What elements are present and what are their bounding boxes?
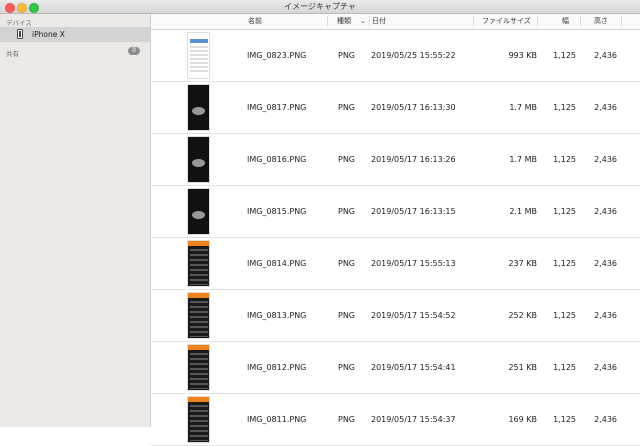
column-divider	[580, 16, 581, 27]
file-size: 1.7 MB	[509, 155, 537, 164]
file-name: IMG_0817.PNG	[247, 103, 307, 112]
column-size[interactable]: ファイルサイズ	[482, 14, 531, 29]
thumbnail-image	[187, 188, 210, 235]
file-date: 2019/05/17 15:54:37	[371, 415, 456, 424]
thumbnail-image	[187, 84, 210, 131]
file-width: 1,125	[553, 51, 576, 60]
file-height: 2,436	[594, 207, 617, 216]
thumbnail-image	[187, 292, 210, 339]
table-row[interactable]: IMG_0816.PNG PNG 2019/05/17 16:13:26 1.7…	[151, 134, 640, 186]
table-row[interactable]: IMG_0813.PNG PNG 2019/05/17 15:54:52 252…	[151, 290, 640, 342]
file-date: 2019/05/17 15:54:41	[371, 363, 456, 372]
file-date: 2019/05/25 15:55:22	[371, 51, 456, 60]
file-kind: PNG	[338, 51, 356, 60]
column-height[interactable]: 高さ	[594, 14, 608, 29]
file-name: IMG_0815.PNG	[247, 207, 307, 216]
file-kind: PNG	[338, 415, 356, 424]
file-date: 2019/05/17 15:54:52	[371, 311, 456, 320]
file-size: 251 KB	[508, 363, 537, 372]
file-height: 2,436	[594, 103, 617, 112]
file-size: 2.1 MB	[509, 207, 537, 216]
file-size: 993 KB	[508, 51, 537, 60]
sort-chevron-icon: ⌄	[360, 17, 366, 25]
column-header: 名前 種類 ⌄ 日付 ファイルサイズ 幅 高さ	[151, 14, 640, 30]
file-name: IMG_0813.PNG	[247, 311, 307, 320]
column-divider	[621, 16, 622, 27]
table-row[interactable]: IMG_0814.PNG PNG 2019/05/17 15:55:13 237…	[151, 238, 640, 290]
column-divider	[327, 16, 328, 27]
devices-header: デバイス	[6, 19, 32, 27]
thumbnail-image	[187, 32, 210, 79]
file-width: 1,125	[553, 207, 576, 216]
thumbnail-image	[187, 240, 210, 287]
file-kind: PNG	[338, 363, 356, 372]
shared-header: 共有	[6, 50, 19, 58]
title-bar: イメージキャプチャ	[0, 0, 640, 14]
shared-count-badge: 0	[128, 47, 140, 55]
file-size: 252 KB	[508, 311, 537, 320]
iphone-icon	[17, 29, 23, 39]
thumbnail-image	[187, 396, 210, 443]
file-size: 1.7 MB	[509, 103, 537, 112]
column-date[interactable]: 日付	[372, 14, 386, 29]
file-width: 1,125	[553, 363, 576, 372]
file-name: IMG_0823.PNG	[247, 51, 307, 60]
file-name: IMG_0811.PNG	[247, 415, 307, 424]
file-kind: PNG	[338, 207, 356, 216]
file-kind: PNG	[338, 259, 356, 268]
column-divider	[473, 16, 474, 27]
file-date: 2019/05/17 15:55:13	[371, 259, 456, 268]
file-height: 2,436	[594, 363, 617, 372]
file-height: 2,436	[594, 311, 617, 320]
file-width: 1,125	[553, 259, 576, 268]
file-date: 2019/05/17 16:13:15	[371, 207, 456, 216]
file-name: IMG_0816.PNG	[247, 155, 307, 164]
sidebar: デバイス iPhone X 共有 0	[0, 14, 151, 427]
table-row[interactable]: IMG_0815.PNG PNG 2019/05/17 16:13:15 2.1…	[151, 186, 640, 238]
file-size: 237 KB	[508, 259, 537, 268]
thumbnail-image	[187, 136, 210, 183]
file-date: 2019/05/17 16:13:26	[371, 155, 456, 164]
column-name[interactable]: 名前	[248, 14, 262, 29]
window-title: イメージキャプチャ	[284, 2, 356, 11]
file-date: 2019/05/17 16:13:30	[371, 103, 456, 112]
file-width: 1,125	[553, 415, 576, 424]
file-kind: PNG	[338, 103, 356, 112]
file-kind: PNG	[338, 155, 356, 164]
file-height: 2,436	[594, 155, 617, 164]
file-width: 1,125	[553, 311, 576, 320]
column-divider	[537, 16, 538, 27]
file-name: IMG_0812.PNG	[247, 363, 307, 372]
thumbnail-image	[187, 344, 210, 391]
file-name: IMG_0814.PNG	[247, 259, 307, 268]
column-kind[interactable]: 種類	[337, 14, 351, 29]
file-height: 2,436	[594, 51, 617, 60]
file-height: 2,436	[594, 259, 617, 268]
file-size: 169 KB	[508, 415, 537, 424]
sidebar-item-iphone[interactable]: iPhone X	[0, 27, 150, 42]
file-width: 1,125	[553, 155, 576, 164]
file-width: 1,125	[553, 103, 576, 112]
table-row[interactable]: IMG_0812.PNG PNG 2019/05/17 15:54:41 251…	[151, 342, 640, 394]
column-divider	[369, 16, 370, 27]
column-width[interactable]: 幅	[562, 14, 569, 29]
table-row[interactable]: IMG_0811.PNG PNG 2019/05/17 15:54:37 169…	[151, 394, 640, 446]
file-height: 2,436	[594, 415, 617, 424]
table-row[interactable]: IMG_0817.PNG PNG 2019/05/17 16:13:30 1.7…	[151, 82, 640, 134]
table-row[interactable]: IMG_0823.PNG PNG 2019/05/25 15:55:22 993…	[151, 30, 640, 82]
device-name: iPhone X	[32, 30, 65, 39]
file-kind: PNG	[338, 311, 356, 320]
